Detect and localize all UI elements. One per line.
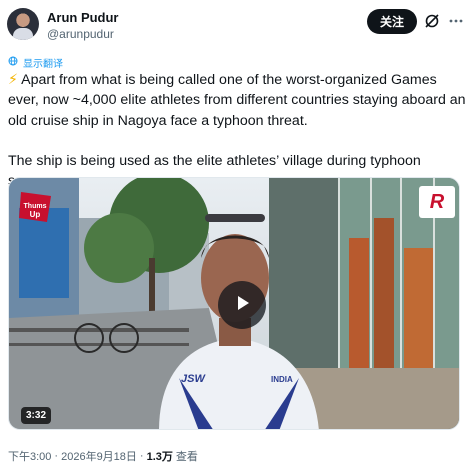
tweet-header: Arun Pudur @arunpudur 关注 — [0, 0, 476, 48]
avatar[interactable] — [7, 8, 39, 40]
svg-text:JSW: JSW — [181, 373, 206, 385]
meta-separator: · — [139, 450, 144, 462]
post-time[interactable]: 下午3:00 — [8, 448, 51, 464]
views-label: 查看 — [175, 451, 198, 463]
lightning-emoji: ⚡ — [8, 72, 18, 88]
grok-icon[interactable] — [423, 12, 441, 30]
tweet-meta: 下午3:00 · 2026年9月18日 · 1.3万 查看 — [8, 448, 198, 464]
play-button[interactable] — [218, 281, 266, 329]
india-shirt-badge: INDIA — [271, 375, 293, 384]
meta-separator: · — [54, 450, 59, 462]
tweet-paragraph-1: ⚡ Apart from what is being called one of… — [8, 72, 466, 129]
svg-text:R: R — [430, 191, 445, 213]
show-translation-link[interactable]: 显示翻译 — [8, 55, 63, 70]
author-handle[interactable]: @arunpudur — [47, 27, 114, 41]
video-player[interactable]: Thums Up R JSW INDIA 3:32 — [8, 177, 460, 430]
post-date[interactable]: 2026年9月18日 — [61, 448, 137, 464]
views-count: 1.3万 — [146, 451, 173, 463]
more-horizontal-icon[interactable] — [447, 12, 465, 30]
jsw-shirt-logo: JSW — [181, 373, 206, 385]
svg-text:Thums: Thums — [24, 203, 47, 210]
broadcaster-logo: R — [419, 186, 455, 218]
tweet-text: ⚡ Apart from what is being called one of… — [8, 70, 470, 191]
sponsor-logo: Thums Up — [19, 192, 51, 222]
author-name[interactable]: Arun Pudur — [47, 10, 119, 26]
globe-icon — [8, 56, 18, 69]
video-duration: 3:32 — [21, 407, 52, 424]
show-translation-label: 显示翻译 — [23, 59, 63, 70]
follow-button[interactable]: 关注 — [367, 9, 417, 34]
svg-text:INDIA: INDIA — [271, 375, 293, 384]
play-icon — [232, 293, 252, 318]
svg-text:Up: Up — [30, 210, 41, 219]
